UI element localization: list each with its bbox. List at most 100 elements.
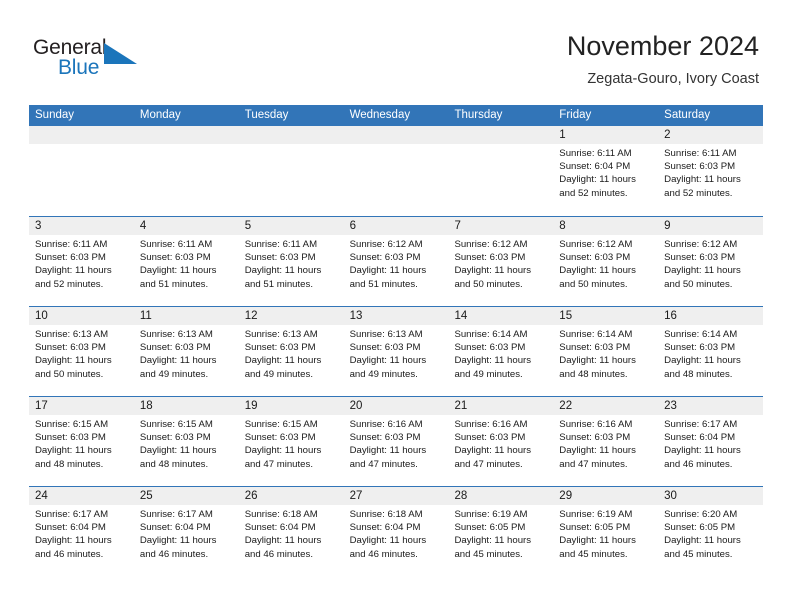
day-number: 26 [238, 487, 344, 505]
day-details: Sunrise: 6:13 AM Sunset: 6:03 PM Dayligh… [139, 329, 217, 380]
calendar-day-cell[interactable]: 17 Sunrise: 6:15 AM Sunset: 6:03 PM Dayli… [29, 397, 134, 486]
general-blue-logo[interactable]: General Blue [33, 36, 153, 84]
calendar-week-row: 10 Sunrise: 6:13 AM Sunset: 6:03 PM Dayli… [29, 306, 764, 396]
calendar-day-cell[interactable]: 26 Sunrise: 6:18 AM Sunset: 6:04 PM Dayli… [238, 487, 344, 576]
calendar-day-cell[interactable]: 2 Sunrise: 6:11 AM Sunset: 6:03 PM Daylig… [658, 126, 764, 216]
calendar-day-cell[interactable]: 8 Sunrise: 6:12 AM Sunset: 6:03 PM Daylig… [553, 217, 659, 306]
calendar-day-cell[interactable]: 11 Sunrise: 6:13 AM Sunset: 6:03 PM Dayli… [133, 307, 239, 396]
day-number: 23 [658, 397, 764, 415]
page-subtitle: Zegata-Gouro, Ivory Coast [587, 71, 759, 87]
page-title: November 2024 [566, 31, 759, 61]
day-details: Sunrise: 6:12 AM Sunset: 6:03 PM Dayligh… [349, 239, 427, 290]
calendar-day-cell[interactable]: 20 Sunrise: 6:16 AM Sunset: 6:03 PM Dayli… [343, 397, 449, 486]
calendar-day-cell[interactable]: 9 Sunrise: 6:12 AM Sunset: 6:03 PM Daylig… [658, 217, 764, 306]
calendar-day-cell[interactable]: 5 Sunrise: 6:11 AM Sunset: 6:03 PM Daylig… [238, 217, 344, 306]
triangle-flag-mark-icon [104, 43, 137, 64]
day-details: Sunrise: 6:15 AM Sunset: 6:03 PM Dayligh… [244, 419, 322, 470]
calendar-day-cell[interactable]: 16 Sunrise: 6:14 AM Sunset: 6:03 PM Dayli… [658, 307, 764, 396]
day-number: 27 [343, 487, 449, 505]
day-number: 7 [448, 217, 554, 235]
day-number [238, 126, 344, 144]
calendar-day-cell[interactable]: 14 Sunrise: 6:14 AM Sunset: 6:03 PM Dayli… [448, 307, 554, 396]
day-number: 21 [448, 397, 554, 415]
calendar-day-cell[interactable] [238, 126, 344, 216]
day-number [448, 126, 554, 144]
calendar-day-cell[interactable]: 13 Sunrise: 6:13 AM Sunset: 6:03 PM Dayli… [343, 307, 449, 396]
day-details [448, 144, 553, 147]
day-details: Sunrise: 6:19 AM Sunset: 6:05 PM Dayligh… [454, 509, 532, 560]
calendar-day-cell[interactable] [343, 126, 449, 216]
calendar-grid: Sunday Monday Tuesday Wednesday Thursday… [29, 105, 764, 576]
calendar-day-cell[interactable] [29, 126, 134, 216]
day-details: Sunrise: 6:17 AM Sunset: 6:04 PM Dayligh… [139, 509, 217, 560]
day-details [29, 144, 134, 147]
calendar-day-cell[interactable]: 7 Sunrise: 6:12 AM Sunset: 6:03 PM Daylig… [448, 217, 554, 306]
calendar-day-cell[interactable]: 29 Sunrise: 6:19 AM Sunset: 6:05 PM Dayli… [553, 487, 659, 576]
day-number: 15 [553, 307, 659, 325]
calendar-day-cell[interactable]: 4 Sunrise: 6:11 AM Sunset: 6:03 PM Daylig… [133, 217, 239, 306]
day-details: Sunrise: 6:14 AM Sunset: 6:03 PM Dayligh… [559, 329, 636, 380]
day-number: 19 [238, 397, 344, 415]
day-number: 25 [133, 487, 239, 505]
calendar-day-cell[interactable]: 12 Sunrise: 6:13 AM Sunset: 6:03 PM Dayli… [238, 307, 344, 396]
weekday-header-saturday: Saturday [664, 109, 711, 121]
day-number [133, 126, 239, 144]
day-details: Sunrise: 6:11 AM Sunset: 6:03 PM Dayligh… [35, 239, 112, 290]
day-details: Sunrise: 6:11 AM Sunset: 6:03 PM Dayligh… [664, 148, 741, 199]
calendar-week-row: 17 Sunrise: 6:15 AM Sunset: 6:03 PM Dayli… [29, 396, 764, 486]
calendar-day-cell[interactable]: 15 Sunrise: 6:14 AM Sunset: 6:03 PM Dayli… [553, 307, 659, 396]
day-details: Sunrise: 6:11 AM Sunset: 6:03 PM Dayligh… [244, 239, 322, 290]
day-number: 12 [238, 307, 344, 325]
weekday-header-sunday: Sunday [35, 109, 75, 121]
logo-text-blue: Blue [58, 56, 100, 79]
calendar-day-cell[interactable]: 18 Sunrise: 6:15 AM Sunset: 6:03 PM Dayli… [133, 397, 239, 486]
day-details: Sunrise: 6:12 AM Sunset: 6:03 PM Dayligh… [664, 239, 741, 290]
page-header: General Blue November 2024 Zegata-Gouro,… [0, 0, 792, 100]
day-details: Sunrise: 6:20 AM Sunset: 6:05 PM Dayligh… [664, 509, 741, 560]
day-number: 28 [448, 487, 554, 505]
calendar-day-cell[interactable]: 22 Sunrise: 6:16 AM Sunset: 6:03 PM Dayli… [553, 397, 659, 486]
day-details: Sunrise: 6:13 AM Sunset: 6:03 PM Dayligh… [349, 329, 427, 380]
calendar-day-cell[interactable]: 28 Sunrise: 6:19 AM Sunset: 6:05 PM Dayli… [448, 487, 554, 576]
calendar-week-row: 3 Sunrise: 6:11 AM Sunset: 6:03 PM Daylig… [29, 216, 764, 306]
calendar-day-cell[interactable]: 30 Sunrise: 6:20 AM Sunset: 6:05 PM Dayli… [658, 487, 764, 576]
weekday-header-friday: Friday [559, 109, 592, 121]
day-number: 10 [29, 307, 134, 325]
day-details [344, 144, 449, 147]
weekday-header-wednesday: Wednesday [349, 109, 411, 121]
day-details [134, 144, 239, 147]
calendar-day-cell[interactable]: 10 Sunrise: 6:13 AM Sunset: 6:03 PM Dayli… [29, 307, 134, 396]
day-number: 20 [343, 397, 449, 415]
day-details: Sunrise: 6:13 AM Sunset: 6:03 PM Dayligh… [35, 329, 112, 380]
day-details: Sunrise: 6:17 AM Sunset: 6:04 PM Dayligh… [664, 419, 741, 470]
calendar-day-cell[interactable]: 21 Sunrise: 6:16 AM Sunset: 6:03 PM Dayli… [448, 397, 554, 486]
weekday-header-tuesday: Tuesday [244, 109, 289, 121]
calendar-day-cell[interactable] [133, 126, 239, 216]
calendar-day-cell[interactable]: 1 Sunrise: 6:11 AM Sunset: 6:04 PM Daylig… [553, 126, 659, 216]
calendar-day-cell[interactable]: 24 Sunrise: 6:17 AM Sunset: 6:04 PM Dayli… [29, 487, 134, 576]
calendar-day-cell[interactable]: 27 Sunrise: 6:18 AM Sunset: 6:04 PM Dayli… [343, 487, 449, 576]
day-number: 18 [133, 397, 239, 415]
day-number: 30 [658, 487, 764, 505]
day-details: Sunrise: 6:13 AM Sunset: 6:03 PM Dayligh… [244, 329, 322, 380]
day-number: 1 [553, 126, 659, 144]
day-details: Sunrise: 6:12 AM Sunset: 6:03 PM Dayligh… [559, 239, 636, 290]
calendar-week-row: 1 Sunrise: 6:11 AM Sunset: 6:04 PM Daylig… [29, 126, 764, 216]
day-details: Sunrise: 6:16 AM Sunset: 6:03 PM Dayligh… [559, 419, 636, 470]
calendar-day-cell[interactable]: 23 Sunrise: 6:17 AM Sunset: 6:04 PM Dayli… [658, 397, 764, 486]
calendar-page: General Blue November 2024 Zegata-Gouro,… [0, 0, 792, 612]
calendar-day-cell[interactable] [448, 126, 554, 216]
day-details: Sunrise: 6:14 AM Sunset: 6:03 PM Dayligh… [454, 329, 532, 380]
day-details: Sunrise: 6:11 AM Sunset: 6:04 PM Dayligh… [559, 148, 636, 199]
day-number: 22 [553, 397, 659, 415]
day-number: 17 [29, 397, 134, 415]
calendar-day-cell[interactable]: 6 Sunrise: 6:12 AM Sunset: 6:03 PM Daylig… [343, 217, 449, 306]
day-details: Sunrise: 6:11 AM Sunset: 6:03 PM Dayligh… [139, 239, 217, 290]
weekday-header-row: Sunday Monday Tuesday Wednesday Thursday… [29, 105, 763, 126]
calendar-day-cell[interactable]: 3 Sunrise: 6:11 AM Sunset: 6:03 PM Daylig… [29, 217, 134, 306]
day-number: 16 [658, 307, 764, 325]
calendar-day-cell[interactable]: 19 Sunrise: 6:15 AM Sunset: 6:03 PM Dayli… [238, 397, 344, 486]
day-number: 11 [133, 307, 239, 325]
calendar-day-cell[interactable]: 25 Sunrise: 6:17 AM Sunset: 6:04 PM Dayli… [133, 487, 239, 576]
day-number: 4 [133, 217, 239, 235]
